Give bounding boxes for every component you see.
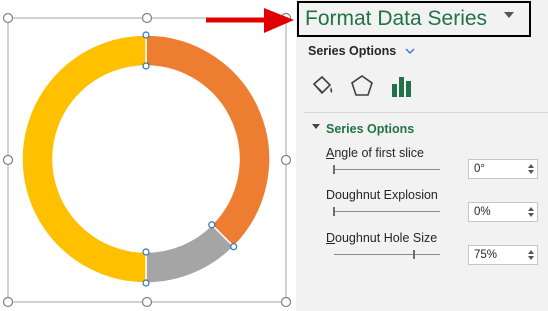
spin-up-icon[interactable] [528,207,534,211]
angle-value[interactable]: 0° [474,163,485,175]
angle-of-first-slice-spinner[interactable]: 0° [468,159,538,179]
series-options-dropdown[interactable]: Series Options [308,44,415,58]
pane-title: Format Data Series [305,7,488,30]
series-options-dropdown-label: Series Options [308,44,397,58]
angle-slider-thumb[interactable] [333,165,335,174]
data-point-handle [142,248,150,256]
hole-size-value[interactable]: 75% [474,249,497,261]
hole-size-slider-thumb[interactable] [412,250,415,259]
resize-handle[interactable] [2,154,14,166]
data-point-handle [142,62,150,70]
spin-up-icon[interactable] [528,250,534,254]
paint-bucket-icon[interactable] [308,72,336,100]
data-point-handle [230,243,238,251]
bar-chart-icon[interactable] [388,72,416,100]
resize-handle[interactable] [2,296,14,308]
chart-area[interactable] [0,0,296,311]
explosion-value[interactable]: 0% [474,206,491,218]
collapse-triangle-icon[interactable] [312,124,320,129]
doughnut-hole-size-spinner[interactable]: 75% [468,245,538,265]
spin-down-icon[interactable] [528,213,534,217]
angle-of-first-slice-label: Angle of first slice [326,146,424,160]
access-key-letter: D [326,231,336,245]
pane-options-caret-icon[interactable] [504,12,514,18]
chevron-down-icon [405,48,415,54]
resize-handle[interactable] [2,12,14,24]
explosion-slider-thumb[interactable] [333,207,335,216]
red-arrow-icon [206,8,294,33]
chart-canvas[interactable] [0,0,296,311]
data-point-handle [208,221,216,229]
doughnut-hole-size-label: Doughnut Hole Size [326,231,437,245]
doughnut-slice[interactable] [21,34,147,284]
label-text: oughnut Hole Size [335,231,438,245]
doughnut-slice[interactable] [145,34,271,248]
angle-slider-track[interactable] [334,169,440,170]
pentagon-icon[interactable] [348,72,376,100]
resize-handle[interactable] [141,12,153,24]
doughnut-explosion-label: Doughnut Explosion [326,188,438,202]
spin-down-icon[interactable] [528,170,534,174]
resize-handle[interactable] [280,154,292,166]
hole-size-slider-track[interactable] [334,254,440,255]
pane-divider [304,112,548,113]
format-data-series-pane: Format Data Series Series Options Series… [296,0,548,311]
spin-up-icon[interactable] [528,164,534,168]
pane-header: Format Data Series [297,1,531,37]
spin-down-icon[interactable] [528,256,534,260]
data-point-handle [142,31,150,39]
label-text: Doughnut Explosion [326,188,438,202]
resize-handle[interactable] [141,296,153,308]
resize-handle[interactable] [280,296,292,308]
doughnut-explosion-spinner[interactable]: 0% [468,202,538,222]
doughnut-slice[interactable] [145,223,235,284]
data-point-handle [142,279,150,287]
series-options-section-title[interactable]: Series Options [326,122,414,136]
explosion-slider-track[interactable] [334,211,440,212]
label-text: ngle of first slice [334,146,424,160]
